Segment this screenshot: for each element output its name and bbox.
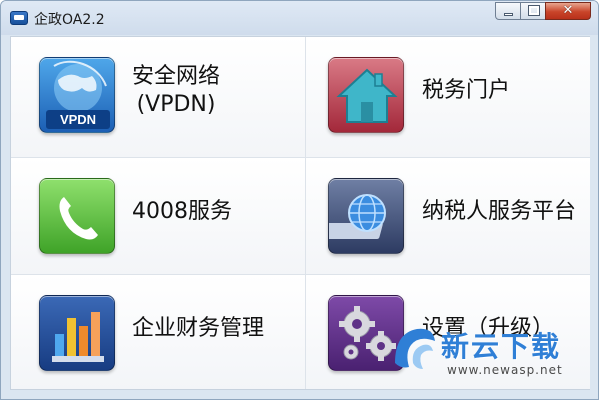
phone-icon [39,178,115,254]
house-icon [328,57,404,133]
vpdn-icon: VPDN [39,57,115,133]
tile-4008-service[interactable]: 4008服务 [11,158,306,275]
minimize-icon [504,13,513,16]
maximize-icon [528,5,540,16]
watermark-logo-icon [395,328,435,369]
title-bar[interactable]: 企政OA2.2 ✕ [1,1,598,35]
minimize-button[interactable] [495,2,521,20]
app-window: 企政OA2.2 ✕ VPDN 安全网络 (VPDN) 税务门户 4008服务 纳… [0,0,599,400]
tile-4008-service-label: 4008服务 [132,199,232,224]
tile-vpdn-label-line1: 安全网络 [132,64,221,89]
app-logo-icon[interactable] [10,11,28,25]
tile-taxpayer-platform-label: 纳税人服务平台 [422,199,577,224]
tile-vpdn[interactable]: VPDN 安全网络 (VPDN) [11,37,306,158]
globe-icon [328,178,404,254]
tile-tax-portal-label: 税务门户 [422,78,511,103]
tile-finance-management[interactable]: 企业财务管理 [11,275,306,389]
tile-vpdn-label: 安全网络 (VPDN) [132,63,220,119]
close-icon: ✕ [562,3,574,18]
tile-taxpayer-platform[interactable]: 纳税人服务平台 [306,158,590,275]
maximize-button[interactable] [520,2,546,20]
tile-finance-management-label: 企业财务管理 [132,316,265,341]
tile-vpdn-label-line2: (VPDN) [136,92,216,117]
watermark-text: 新云下载 [441,330,562,363]
watermark: 新云下载 www.newasp.net [389,323,594,393]
bar-chart-icon [39,295,115,371]
window-title: 企政OA2.2 [34,12,105,28]
watermark-url: www.newasp.net [447,363,563,377]
window-controls: ✕ [495,2,591,20]
tile-tax-portal[interactable]: 税务门户 [306,37,590,158]
close-button[interactable]: ✕ [545,2,591,20]
vpdn-badge-text: VPDN [60,112,96,127]
